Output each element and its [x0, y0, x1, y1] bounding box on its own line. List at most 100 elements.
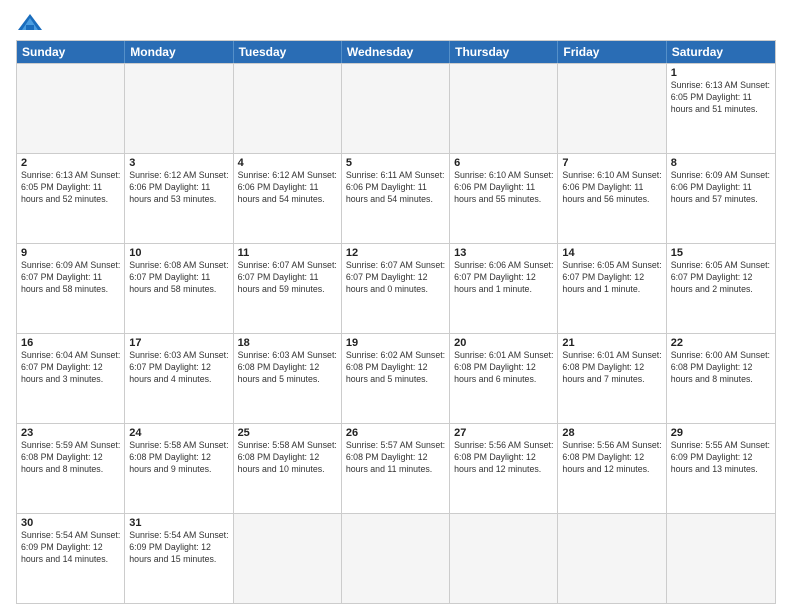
- day-cell-empty-0-4: [450, 64, 558, 153]
- day-cell-10: 10Sunrise: 6:08 AM Sunset: 6:07 PM Dayli…: [125, 244, 233, 333]
- day-number: 4: [238, 157, 337, 169]
- day-info: Sunrise: 6:08 AM Sunset: 6:07 PM Dayligh…: [129, 260, 228, 296]
- day-cell-14: 14Sunrise: 6:05 AM Sunset: 6:07 PM Dayli…: [558, 244, 666, 333]
- day-cell-4: 4Sunrise: 6:12 AM Sunset: 6:06 PM Daylig…: [234, 154, 342, 243]
- day-info: Sunrise: 6:05 AM Sunset: 6:07 PM Dayligh…: [562, 260, 661, 296]
- day-info: Sunrise: 5:54 AM Sunset: 6:09 PM Dayligh…: [129, 530, 228, 566]
- day-number: 22: [671, 337, 771, 349]
- calendar-body: 1Sunrise: 6:13 AM Sunset: 6:05 PM Daylig…: [17, 63, 775, 603]
- day-number: 14: [562, 247, 661, 259]
- day-cell-3: 3Sunrise: 6:12 AM Sunset: 6:06 PM Daylig…: [125, 154, 233, 243]
- day-info: Sunrise: 6:07 AM Sunset: 6:07 PM Dayligh…: [346, 260, 445, 296]
- day-cell-29: 29Sunrise: 5:55 AM Sunset: 6:09 PM Dayli…: [667, 424, 775, 513]
- calendar-row-3: 16Sunrise: 6:04 AM Sunset: 6:07 PM Dayli…: [17, 333, 775, 423]
- day-number: 25: [238, 427, 337, 439]
- day-number: 13: [454, 247, 553, 259]
- day-number: 6: [454, 157, 553, 169]
- day-cell-5: 5Sunrise: 6:11 AM Sunset: 6:06 PM Daylig…: [342, 154, 450, 243]
- day-number: 29: [671, 427, 771, 439]
- day-number: 8: [671, 157, 771, 169]
- calendar-header: SundayMondayTuesdayWednesdayThursdayFrid…: [17, 41, 775, 63]
- day-number: 11: [238, 247, 337, 259]
- day-info: Sunrise: 5:56 AM Sunset: 6:08 PM Dayligh…: [562, 440, 661, 476]
- day-number: 3: [129, 157, 228, 169]
- weekday-header-saturday: Saturday: [667, 41, 775, 63]
- day-number: 2: [21, 157, 120, 169]
- day-info: Sunrise: 6:13 AM Sunset: 6:05 PM Dayligh…: [21, 170, 120, 206]
- day-info: Sunrise: 6:00 AM Sunset: 6:08 PM Dayligh…: [671, 350, 771, 386]
- day-number: 24: [129, 427, 228, 439]
- calendar-row-2: 9Sunrise: 6:09 AM Sunset: 6:07 PM Daylig…: [17, 243, 775, 333]
- day-number: 1: [671, 67, 771, 79]
- day-number: 20: [454, 337, 553, 349]
- weekday-header-wednesday: Wednesday: [342, 41, 450, 63]
- day-info: Sunrise: 5:58 AM Sunset: 6:08 PM Dayligh…: [129, 440, 228, 476]
- day-info: Sunrise: 6:12 AM Sunset: 6:06 PM Dayligh…: [238, 170, 337, 206]
- day-number: 27: [454, 427, 553, 439]
- day-number: 12: [346, 247, 445, 259]
- day-cell-7: 7Sunrise: 6:10 AM Sunset: 6:06 PM Daylig…: [558, 154, 666, 243]
- day-info: Sunrise: 6:06 AM Sunset: 6:07 PM Dayligh…: [454, 260, 553, 296]
- day-number: 21: [562, 337, 661, 349]
- day-cell-26: 26Sunrise: 5:57 AM Sunset: 6:08 PM Dayli…: [342, 424, 450, 513]
- day-info: Sunrise: 6:04 AM Sunset: 6:07 PM Dayligh…: [21, 350, 120, 386]
- day-info: Sunrise: 6:01 AM Sunset: 6:08 PM Dayligh…: [454, 350, 553, 386]
- day-cell-20: 20Sunrise: 6:01 AM Sunset: 6:08 PM Dayli…: [450, 334, 558, 423]
- day-number: 9: [21, 247, 120, 259]
- day-cell-empty-0-5: [558, 64, 666, 153]
- logo-icon: [16, 12, 44, 34]
- day-info: Sunrise: 6:12 AM Sunset: 6:06 PM Dayligh…: [129, 170, 228, 206]
- day-number: 19: [346, 337, 445, 349]
- day-cell-8: 8Sunrise: 6:09 AM Sunset: 6:06 PM Daylig…: [667, 154, 775, 243]
- calendar: SundayMondayTuesdayWednesdayThursdayFrid…: [16, 40, 776, 604]
- day-cell-12: 12Sunrise: 6:07 AM Sunset: 6:07 PM Dayli…: [342, 244, 450, 333]
- day-cell-empty-5-6: [667, 514, 775, 603]
- day-info: Sunrise: 5:59 AM Sunset: 6:08 PM Dayligh…: [21, 440, 120, 476]
- day-info: Sunrise: 6:05 AM Sunset: 6:07 PM Dayligh…: [671, 260, 771, 296]
- day-number: 31: [129, 517, 228, 529]
- day-cell-18: 18Sunrise: 6:03 AM Sunset: 6:08 PM Dayli…: [234, 334, 342, 423]
- day-info: Sunrise: 6:09 AM Sunset: 6:06 PM Dayligh…: [671, 170, 771, 206]
- day-cell-empty-5-3: [342, 514, 450, 603]
- day-info: Sunrise: 5:57 AM Sunset: 6:08 PM Dayligh…: [346, 440, 445, 476]
- calendar-row-5: 30Sunrise: 5:54 AM Sunset: 6:09 PM Dayli…: [17, 513, 775, 603]
- day-cell-17: 17Sunrise: 6:03 AM Sunset: 6:07 PM Dayli…: [125, 334, 233, 423]
- day-info: Sunrise: 6:13 AM Sunset: 6:05 PM Dayligh…: [671, 80, 771, 116]
- day-cell-23: 23Sunrise: 5:59 AM Sunset: 6:08 PM Dayli…: [17, 424, 125, 513]
- day-cell-19: 19Sunrise: 6:02 AM Sunset: 6:08 PM Dayli…: [342, 334, 450, 423]
- day-number: 7: [562, 157, 661, 169]
- day-cell-1: 1Sunrise: 6:13 AM Sunset: 6:05 PM Daylig…: [667, 64, 775, 153]
- day-cell-empty-5-2: [234, 514, 342, 603]
- weekday-header-monday: Monday: [125, 41, 233, 63]
- day-cell-28: 28Sunrise: 5:56 AM Sunset: 6:08 PM Dayli…: [558, 424, 666, 513]
- day-cell-empty-5-4: [450, 514, 558, 603]
- day-cell-24: 24Sunrise: 5:58 AM Sunset: 6:08 PM Dayli…: [125, 424, 233, 513]
- day-info: Sunrise: 5:54 AM Sunset: 6:09 PM Dayligh…: [21, 530, 120, 566]
- weekday-header-tuesday: Tuesday: [234, 41, 342, 63]
- day-number: 26: [346, 427, 445, 439]
- calendar-row-4: 23Sunrise: 5:59 AM Sunset: 6:08 PM Dayli…: [17, 423, 775, 513]
- day-cell-empty-0-0: [17, 64, 125, 153]
- day-number: 28: [562, 427, 661, 439]
- calendar-row-1: 2Sunrise: 6:13 AM Sunset: 6:05 PM Daylig…: [17, 153, 775, 243]
- day-cell-empty-0-2: [234, 64, 342, 153]
- day-number: 16: [21, 337, 120, 349]
- day-cell-9: 9Sunrise: 6:09 AM Sunset: 6:07 PM Daylig…: [17, 244, 125, 333]
- day-info: Sunrise: 5:58 AM Sunset: 6:08 PM Dayligh…: [238, 440, 337, 476]
- day-info: Sunrise: 6:11 AM Sunset: 6:06 PM Dayligh…: [346, 170, 445, 206]
- day-info: Sunrise: 6:03 AM Sunset: 6:07 PM Dayligh…: [129, 350, 228, 386]
- day-cell-13: 13Sunrise: 6:06 AM Sunset: 6:07 PM Dayli…: [450, 244, 558, 333]
- calendar-row-0: 1Sunrise: 6:13 AM Sunset: 6:05 PM Daylig…: [17, 63, 775, 153]
- day-cell-15: 15Sunrise: 6:05 AM Sunset: 6:07 PM Dayli…: [667, 244, 775, 333]
- day-number: 15: [671, 247, 771, 259]
- day-cell-30: 30Sunrise: 5:54 AM Sunset: 6:09 PM Dayli…: [17, 514, 125, 603]
- day-info: Sunrise: 6:02 AM Sunset: 6:08 PM Dayligh…: [346, 350, 445, 386]
- day-cell-6: 6Sunrise: 6:10 AM Sunset: 6:06 PM Daylig…: [450, 154, 558, 243]
- day-number: 18: [238, 337, 337, 349]
- day-cell-27: 27Sunrise: 5:56 AM Sunset: 6:08 PM Dayli…: [450, 424, 558, 513]
- day-cell-21: 21Sunrise: 6:01 AM Sunset: 6:08 PM Dayli…: [558, 334, 666, 423]
- weekday-header-friday: Friday: [558, 41, 666, 63]
- day-cell-empty-0-3: [342, 64, 450, 153]
- day-info: Sunrise: 6:09 AM Sunset: 6:07 PM Dayligh…: [21, 260, 120, 296]
- day-cell-31: 31Sunrise: 5:54 AM Sunset: 6:09 PM Dayli…: [125, 514, 233, 603]
